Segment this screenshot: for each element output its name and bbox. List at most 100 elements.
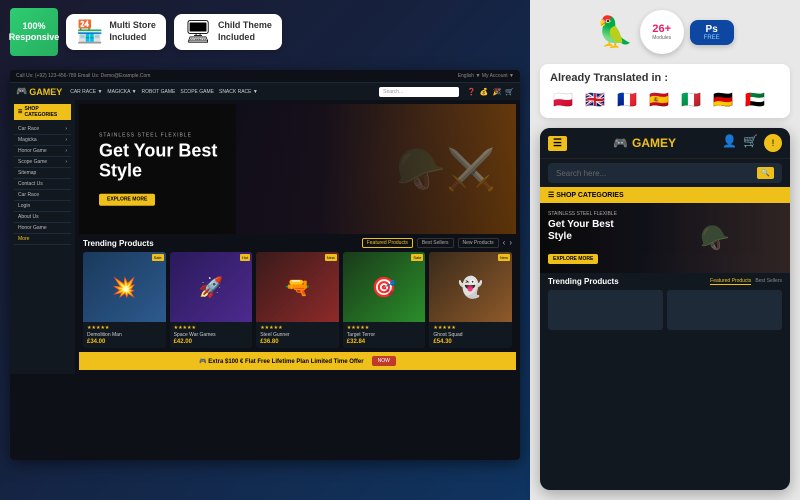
product-stars-2: ★★★★★ [174,325,249,331]
ps-label: Ps [706,24,718,35]
menu-scope-game[interactable]: SCOPE GAME [180,89,214,95]
translation-title: Already Translated in : [550,72,780,84]
cart-icon[interactable]: 🛒 [505,88,514,96]
store-search-bar[interactable]: Search... [379,87,459,97]
flag-italy: 🇮🇹 [678,90,704,110]
menu-snack-race[interactable]: SNACK RACE ▼ [219,89,258,95]
mobile-menu-button[interactable]: ☰ [548,136,567,151]
product-name-5: Ghost Squad [433,332,508,338]
help-icon: ❓ [467,88,476,96]
feature-badges-row: 🦜 26+ Modules Ps FREE [540,10,790,54]
list-item[interactable]: Car Race [14,190,71,201]
fun-icon: 🎉 [493,88,502,96]
list-item[interactable]: Magicka› [14,135,71,146]
trending-title: Trending Products [83,239,154,248]
product-price-5: £54.30 [433,339,508,345]
list-item[interactable]: Login [14,201,71,212]
list-item[interactable]: Car Race› [14,124,71,135]
product-name-1: Demolition Man [87,332,162,338]
product-badge-1: Sale [152,254,164,261]
list-item[interactable]: More [14,234,71,245]
multistore-text: Multi Store Included [109,20,156,43]
product-info-5: ★★★★★ Ghost Squad £54.30 [429,322,512,348]
product-stars-1: ★★★★★ [87,325,162,331]
prev-arrow[interactable]: ‹ [503,238,506,248]
photoshop-badge: Ps FREE [690,20,734,45]
hero-text: STAINLESS STEEL FLEXIBLE Get Your BestSt… [99,133,217,206]
child-theme-badge: 🖥 Child Theme Included [174,14,282,50]
explore-more-button[interactable]: EXPLORE MORE [99,193,155,205]
mobile-product-1 [548,290,663,330]
product-image-3: 🔫 New [256,252,339,322]
store-menu: CAR RACE ▼ MAGICKA ▼ ROBOT GAME SCOPE GA… [70,89,371,95]
next-arrow[interactable]: › [509,238,512,248]
product-stars-4: ★★★★★ [347,325,422,331]
product-stars-3: ★★★★★ [260,325,335,331]
mobile-product-2 [667,290,782,330]
product-badge-2: Hot [240,254,250,261]
sidebar-header: ☰ SHOP CATEGORIES [14,104,71,120]
product-name-3: Steel Gunner [260,332,335,338]
product-image-4: 🎯 Sale [343,252,426,322]
mobile-header: ☰ 🎮 GAMEY 👤 🛒 ! [540,128,790,159]
mobile-hero-banner: 🪖 STAINLESS STEEL FLEXIBLE Get Your Best… [540,203,790,273]
flag-uk: 🇬🇧 [582,90,608,110]
modules-label: Modules [652,35,671,41]
mobile-cart-icon[interactable]: 🛒 [743,134,758,152]
mobile-tab-featured[interactable]: Featured Products [710,278,751,285]
store-mockup: Call Us: (+92) 123-456-789 Email Us: Dem… [10,70,520,460]
menu-robot-game[interactable]: ROBOT GAME [142,89,176,95]
mobile-user-icon[interactable]: 👤 [722,134,737,152]
product-badge-5: New [498,254,510,261]
store-body: ☰ SHOP CATEGORIES Car Race› Magicka› Hon… [10,100,520,374]
mobile-search-button[interactable]: 🔍 [757,167,774,179]
products-grid: 💥 Sale ★★★★★ Demolition Man £34.00 [83,252,512,348]
store-topbar: Call Us: (+92) 123-456-789 Email Us: Dem… [10,70,520,83]
tab-new-products[interactable]: New Products [458,238,499,248]
tab-featured[interactable]: Featured Products [362,238,413,248]
list-item[interactable]: Honor Game [14,223,71,234]
product-info-1: ★★★★★ Demolition Man £34.00 [83,322,166,348]
menu-magicka[interactable]: MAGICKA ▼ [107,89,136,95]
mobile-trending-tabs: Featured Products Best Sellers [710,278,782,285]
mobile-trending-section: Trending Products Featured Products Best… [540,273,790,490]
product-img-icon: 👻 [458,275,483,300]
child-theme-text: Child Theme Included [218,20,272,43]
mobile-tab-best-sellers[interactable]: Best Sellers [755,278,782,285]
flag-uae: 🇦🇪 [742,90,768,110]
mobile-products-grid [548,290,782,330]
store-topbar-right: English ▼ My Account ▼ [458,73,514,79]
multistore-badge: 🏪 Multi Store Included [66,14,166,50]
mobile-explore-button[interactable]: EXPLORE MORE [548,254,598,264]
now-button[interactable]: NOW [372,356,396,366]
product-name-2: Space War Games [174,332,249,338]
list-item[interactable]: Sitemap [14,168,71,179]
store-logo: 🎮 GAMEY [16,86,62,97]
list-item[interactable]: Honor Game› [14,146,71,157]
list-item[interactable]: Scope Game› [14,157,71,168]
product-info-2: ★★★★★ Space War Games £42.00 [170,322,253,348]
menu-car-race[interactable]: CAR RACE ▼ [70,89,102,95]
list-item[interactable]: Contact Us [14,179,71,190]
monitor-icon: 🖥 [184,19,212,45]
product-price-4: £32.84 [347,339,422,345]
mobile-wishlist-icon[interactable]: ! [764,134,782,152]
trending-tabs: Featured Products Best Sellers New Produ… [362,238,512,248]
hero-image: 🪖⚔️ [236,104,516,234]
responsive-badge: 100% Responsive [10,8,58,56]
translation-section: Already Translated in : 🇵🇱 🇬🇧 🇫🇷 🇪🇸 🇮🇹 🇩… [540,64,790,118]
hero-title: Get Your BestStyle [99,142,217,182]
mobile-categories-bar[interactable]: ☰ SHOP CATEGORIES [540,187,790,203]
parrot-icon: 🦜 [596,15,633,50]
list-item[interactable]: About Us [14,212,71,223]
store-nav: 🎮 GAMEY CAR RACE ▼ MAGICKA ▼ ROBOT GAME … [10,83,520,100]
mobile-nav-icons: 👤 🛒 ! [722,134,782,152]
product-badge-3: New [325,254,337,261]
trending-section: Trending Products Featured Products Best… [79,234,516,352]
product-price-2: £42.00 [174,339,249,345]
mobile-hero-image: 🪖 [640,203,790,273]
table-row: 👻 New ★★★★★ Ghost Squad £54.30 [429,252,512,348]
store-main: 🪖⚔️ STAINLESS STEEL FLEXIBLE Get Your Be… [75,100,520,374]
tab-best-sellers[interactable]: Best Sellers [417,238,454,248]
product-image-1: 💥 Sale [83,252,166,322]
